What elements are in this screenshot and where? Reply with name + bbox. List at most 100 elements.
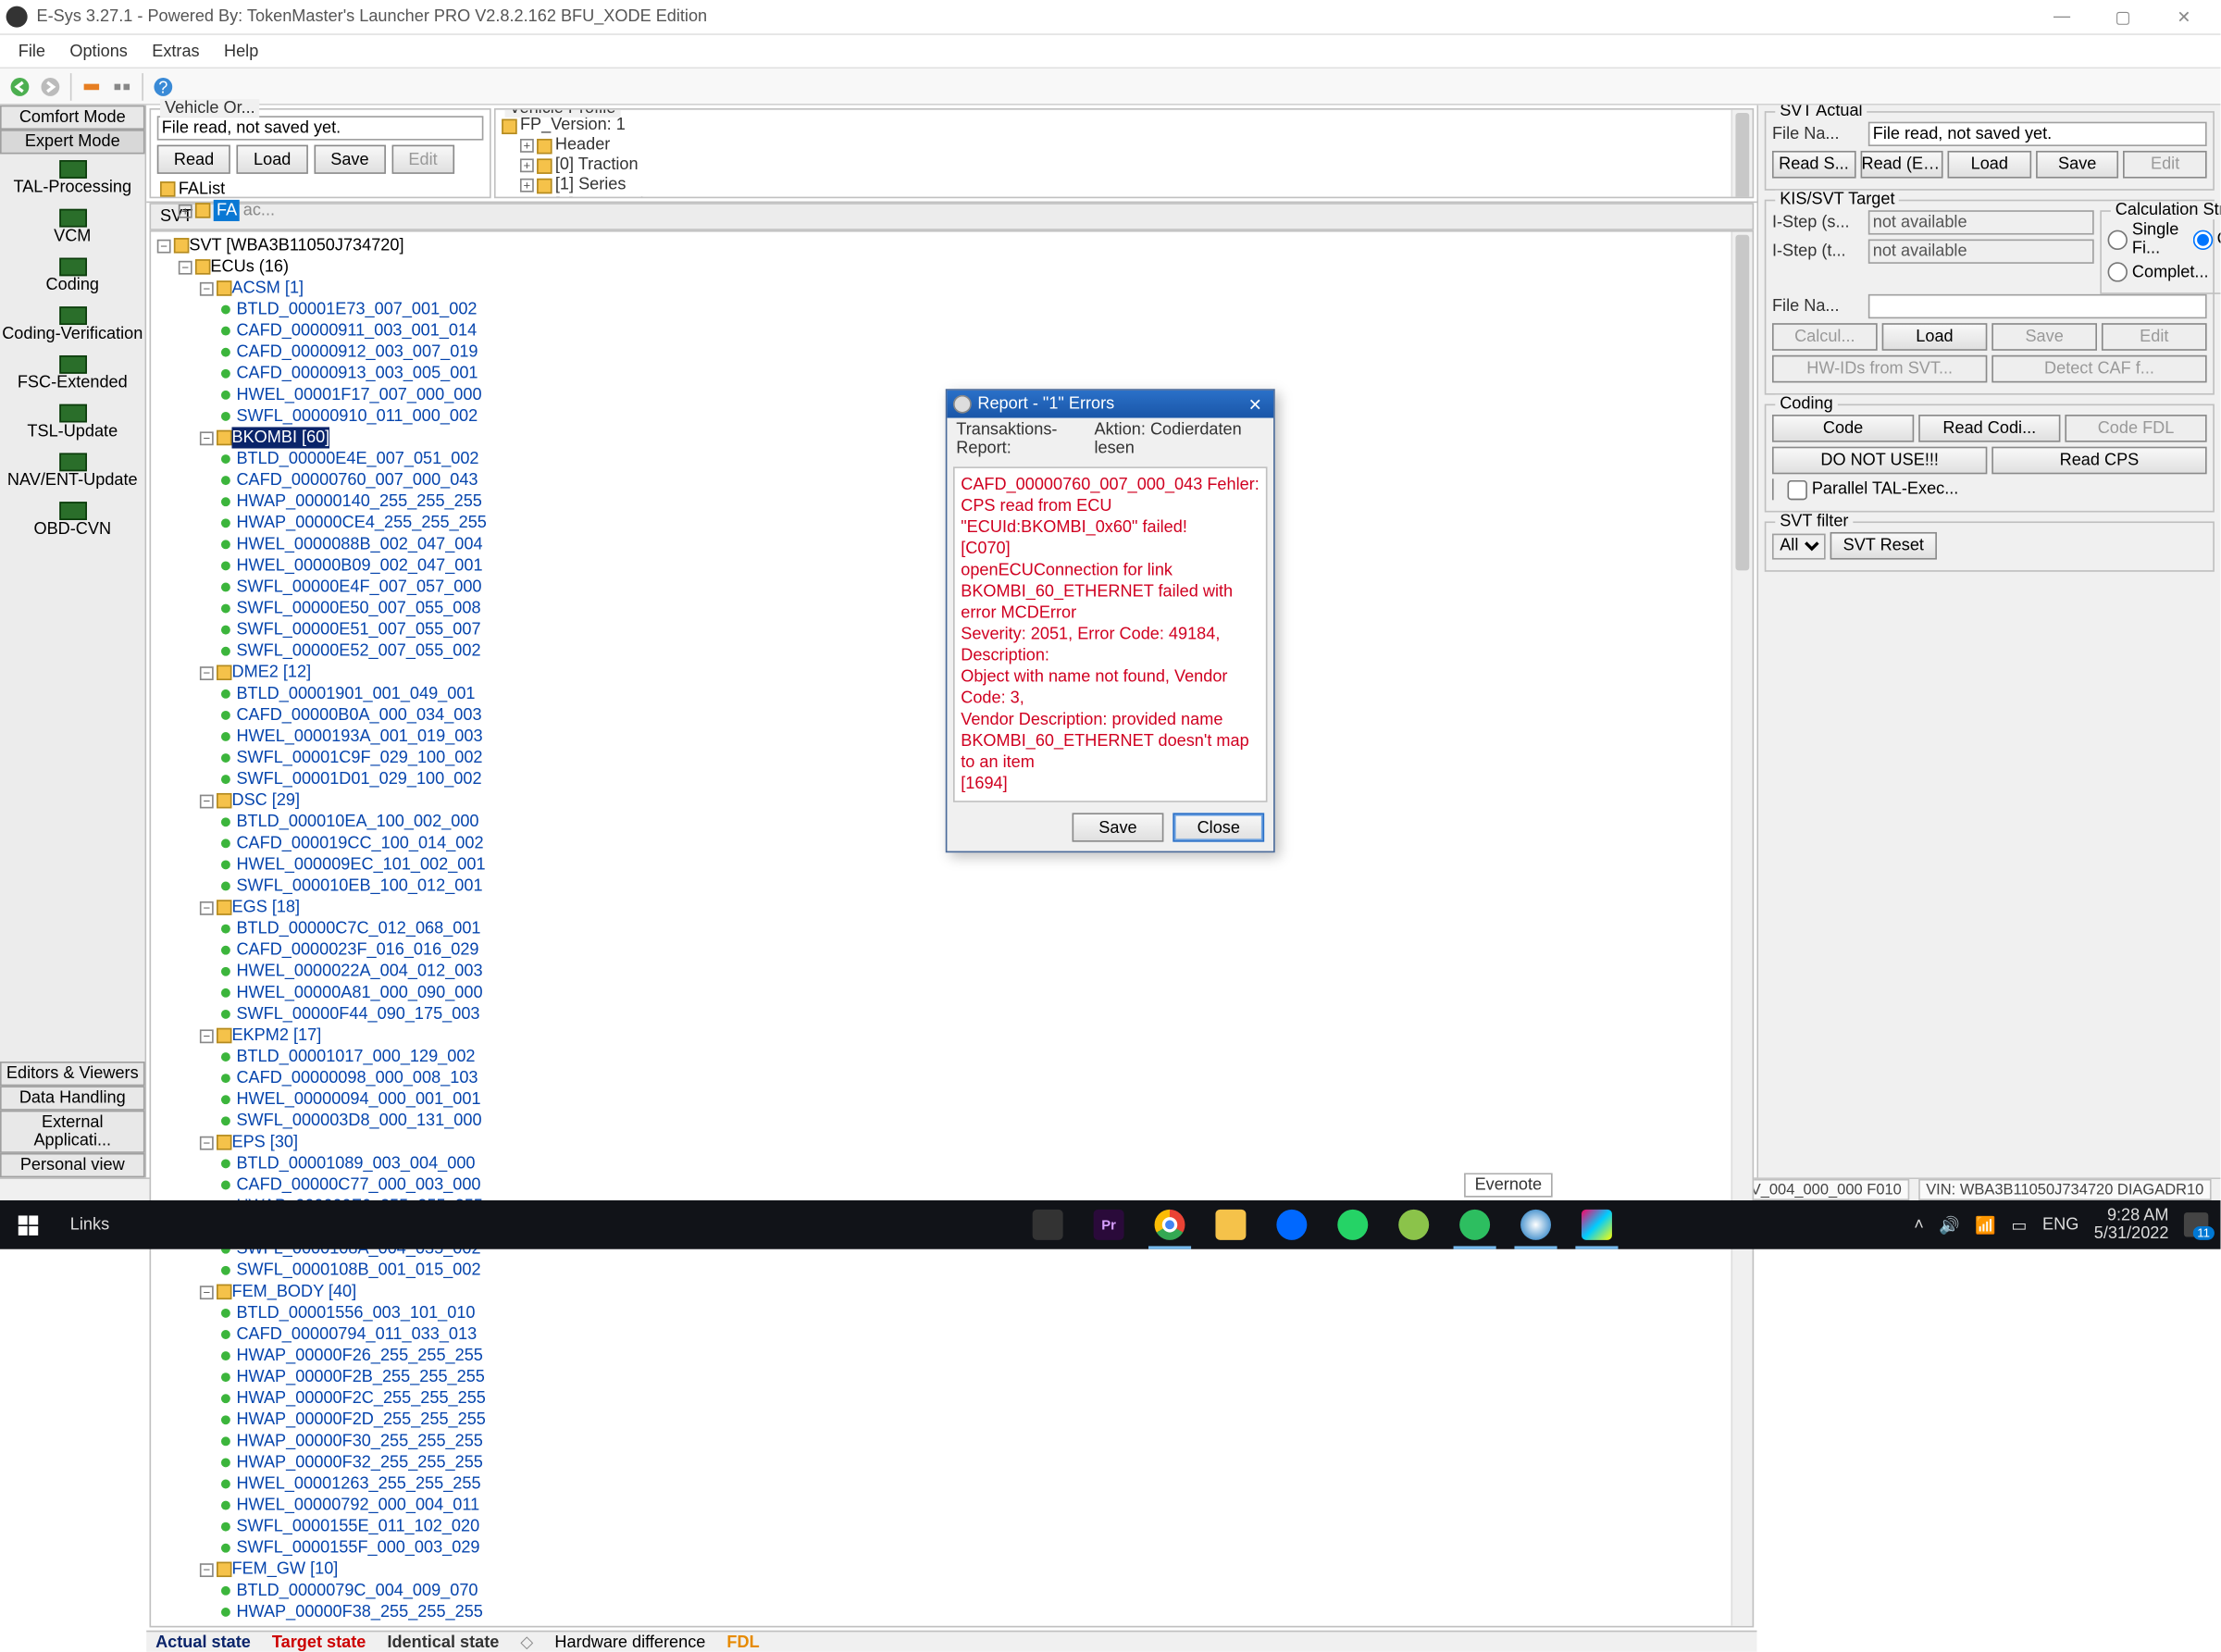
dialog-close-icon[interactable]: ✕ [1243, 394, 1267, 414]
ecu-file-node[interactable]: HWAP_00000F30_255_255_255 [154, 1431, 1749, 1452]
vp-line[interactable]: FP_Version: 1 [502, 116, 1746, 135]
ecu-file-node[interactable]: SWFL_00000F44_090_175_003 [154, 1003, 1749, 1025]
load-button[interactable]: Load [1948, 151, 2031, 179]
ecu-file-node[interactable]: HWAP_00000F2B_255_255_255 [154, 1367, 1749, 1388]
ecu-file-node[interactable]: HWEL_00000094_000_001_001 [154, 1089, 1749, 1111]
nav-nav-ent-update[interactable]: NAV/ENT-Update [0, 447, 145, 496]
back-icon[interactable] [6, 72, 34, 100]
nav-bottom-data-handling[interactable]: Data Handling [0, 1086, 145, 1110]
tray-volume-icon[interactable]: 🔊 [1939, 1215, 1960, 1235]
vp-line[interactable]: + [0] Traction [502, 155, 1746, 175]
svt-actual-file-field[interactable] [1868, 122, 2207, 146]
vp-line[interactable]: + [2] Batteryclass [502, 195, 1746, 198]
ecu-file-node[interactable]: CAFD_00000912_003_007_019 [154, 342, 1749, 363]
ecu-file-node[interactable]: SWFL_0000108B_001_015_002 [154, 1260, 1749, 1281]
ecu-file-node[interactable]: HWAP_00000F38_255_255_255 [154, 1601, 1749, 1622]
ecu-node[interactable]: −FEM_BODY [40] [154, 1281, 1749, 1302]
dialog-save-button[interactable]: Save [1073, 813, 1164, 841]
single-file-radio[interactable] [2108, 230, 2128, 249]
ecu-file-node[interactable]: BTLD_0000079C_004_009_070 [154, 1580, 1749, 1601]
ecu-file-node[interactable]: HWAP_00000F32_255_255_255 [154, 1452, 1749, 1473]
help-icon[interactable]: ? [150, 72, 178, 100]
ecu-file-node[interactable]: BTLD_00001017_000_129_002 [154, 1047, 1749, 1068]
tray-lang[interactable]: ENG [2042, 1215, 2078, 1234]
vo-read-button[interactable]: Read [157, 145, 231, 174]
ecu-file-node[interactable]: SWFL_0000155F_000_003_029 [154, 1537, 1749, 1559]
ecu-node[interactable]: −EGS [18] [154, 897, 1749, 918]
nav-bottom-personal-view[interactable]: Personal view [0, 1153, 145, 1177]
taskbar-app-paint[interactable] [1566, 1200, 1627, 1249]
ecu-file-node[interactable]: CAFD_0000023F_016_016_029 [154, 939, 1749, 961]
nav-vcm[interactable]: VCM [0, 203, 145, 252]
ecu-node[interactable]: −ECUs (16) [154, 256, 1749, 278]
ecu-file-node[interactable]: BTLD_00001089_003_004_000 [154, 1153, 1749, 1174]
taskbar-app-zalo[interactable] [1261, 1200, 1322, 1249]
vp-scrollbar[interactable] [1731, 110, 1752, 197]
collapse-icon[interactable]: − [200, 1136, 214, 1149]
nav-coding[interactable]: Coding [0, 252, 145, 301]
nav-coding-verification[interactable]: Coding-Verification [0, 301, 145, 350]
collapse-icon[interactable]: − [200, 1285, 214, 1298]
taskbar-links[interactable]: Links [55, 1215, 124, 1234]
comfort-mode-button[interactable]: Comfort Mode [0, 106, 145, 130]
start-button[interactable] [0, 1200, 55, 1249]
ecu-node[interactable]: −SVT [WBA3B11050J734720] [154, 235, 1749, 256]
taskbar-app-esys[interactable] [1506, 1200, 1567, 1249]
ecu-file-node[interactable]: HWEL_00001263_255_255_255 [154, 1473, 1749, 1495]
ecu-file-node[interactable]: HWEL_00000A81_000_090_000 [154, 982, 1749, 1003]
menu-extras[interactable]: Extras [140, 39, 212, 63]
ecu-file-node[interactable]: BTLD_00001E73_007_001_002 [154, 299, 1749, 320]
taskbar-app-premiere[interactable]: Pr [1078, 1200, 1139, 1249]
menu-options[interactable]: Options [57, 39, 140, 63]
menu-help[interactable]: Help [212, 39, 271, 63]
collapse-icon[interactable]: − [200, 1562, 214, 1576]
collapse-icon[interactable]: − [200, 665, 214, 679]
ecu-file-node[interactable]: CAFD_00000794_011_033_013 [154, 1323, 1749, 1345]
taskbar-app-explorer[interactable] [1200, 1200, 1261, 1249]
tray-clock[interactable]: 9:28 AM 5/31/2022 [2094, 1207, 2169, 1244]
read-cps-button[interactable]: Read CPS [1991, 447, 2206, 475]
nav-bottom-editors-viewers[interactable]: Editors & Viewers [0, 1062, 145, 1086]
save-button[interactable]: Save [2036, 151, 2119, 179]
collapse-icon[interactable]: − [200, 281, 214, 295]
ecu-node[interactable]: −EPS [30] [154, 1132, 1749, 1153]
svt-filter-select[interactable]: All [1772, 533, 1826, 559]
tray-chevron-icon[interactable]: ˄ [1914, 1215, 1924, 1234]
vo-load-button[interactable]: Load [237, 145, 308, 174]
load-button[interactable]: Load [1882, 323, 1988, 351]
tray-notifications-icon[interactable]: 11 [2184, 1212, 2208, 1236]
vp-line[interactable]: + [1] Series [502, 176, 1746, 195]
ecu-file-node[interactable]: HWEL_0000022A_004_012_003 [154, 961, 1749, 982]
nav-obd-cvn[interactable]: OBD-CVN [0, 496, 145, 545]
ecu-file-node[interactable]: BTLD_00001556_003_101_010 [154, 1302, 1749, 1323]
taskbar-app-coccoc[interactable] [1383, 1200, 1445, 1249]
taskbar-app-whatsapp[interactable] [1322, 1200, 1383, 1249]
collapse-icon[interactable]: − [200, 431, 214, 445]
read-ecu--button[interactable]: Read (ECU) [1860, 151, 1943, 179]
ecu-file-node[interactable]: HWEL_00000792_000_004_011 [154, 1495, 1749, 1516]
ecu-file-node[interactable]: HWAP_00000F2C_255_255_255 [154, 1388, 1749, 1410]
ecu-file-node[interactable]: CAFD_00000911_003_001_014 [154, 320, 1749, 342]
parallel-tal-checkbox[interactable] [1787, 479, 1806, 499]
expand-icon[interactable]: + [520, 179, 534, 193]
taskbar-app-evernote[interactable] [1445, 1200, 1506, 1249]
ecu-node[interactable]: −FEM_GW [10] [154, 1559, 1749, 1580]
nav-fsc-extended[interactable]: FSC-Extended [0, 349, 145, 398]
collapse-icon[interactable]: − [200, 1029, 214, 1043]
menu-file[interactable]: File [6, 39, 58, 63]
ecu-file-node[interactable]: HWEL_000009EC_101_002_001 [154, 854, 1749, 876]
nav-tsl-update[interactable]: TSL-Update [0, 398, 145, 447]
svt-scrollbar[interactable] [1731, 231, 1752, 1625]
nav-tal-processing[interactable]: TAL-Processing [0, 154, 145, 203]
maximize-button[interactable]: ▢ [2092, 2, 2153, 32]
ecu-node[interactable]: −EKPM2 [17] [154, 1025, 1749, 1046]
collapse-icon[interactable]: − [200, 794, 214, 808]
ecu-file-node[interactable]: BTLD_00000C7C_012_068_001 [154, 918, 1749, 939]
code-button[interactable]: Code [1772, 415, 1914, 442]
read-codi--button[interactable]: Read Codi... [1918, 415, 2060, 442]
taskbar-app-x[interactable] [1017, 1200, 1078, 1249]
ecu-file-node[interactable]: CAFD_00000098_000_008_103 [154, 1068, 1749, 1089]
ecu-file-node[interactable]: SWFL_000003D8_000_131_000 [154, 1111, 1749, 1132]
complete-radio[interactable] [2108, 262, 2128, 281]
expand-icon[interactable]: + [520, 139, 534, 153]
